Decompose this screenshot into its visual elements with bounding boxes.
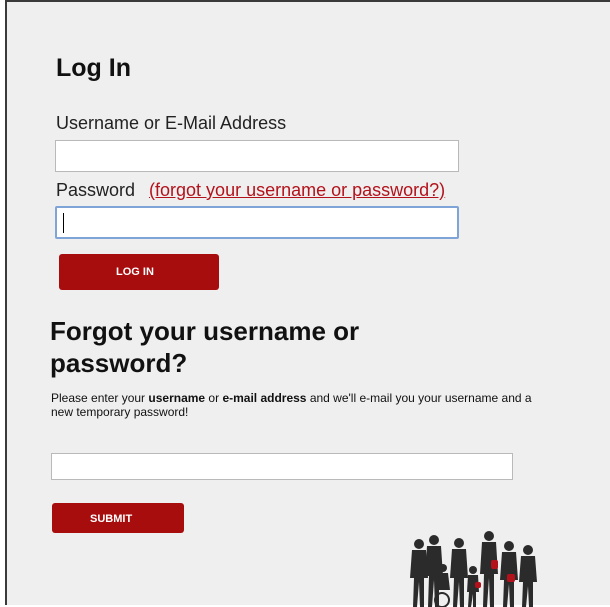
login-button[interactable]: LOG IN	[59, 254, 219, 290]
recover-instructions: Please enter your username or e-mail add…	[51, 391, 551, 419]
login-title: Log In	[56, 54, 131, 82]
password-label: Password	[56, 180, 136, 200]
username-input[interactable]	[55, 140, 459, 172]
instructions-text-2: or	[205, 391, 223, 405]
login-button-label: LOG IN	[116, 266, 154, 278]
instructions-text-1: Please enter your	[51, 391, 149, 405]
username-label: Username or E-Mail Address	[56, 113, 287, 133]
forgot-credentials-link[interactable]: (forgot your username or password?)	[149, 180, 445, 200]
submit-button-label: SUBMIT	[90, 513, 133, 525]
instructions-email-bold: e-mail address	[222, 391, 307, 405]
login-panel: Log In Username or E-Mail Address Passwo…	[5, 0, 610, 607]
instructions-username-bold: username	[148, 391, 206, 405]
password-row: Password (forgot your username or passwor…	[56, 180, 445, 201]
password-input[interactable]	[55, 206, 459, 239]
submit-button[interactable]: SUBMIT	[52, 503, 184, 533]
recover-input[interactable]	[51, 453, 513, 480]
family-silhouette-icon	[410, 531, 537, 607]
text-caret	[63, 213, 64, 233]
forgot-title: Forgot your username or password?	[50, 316, 360, 378]
